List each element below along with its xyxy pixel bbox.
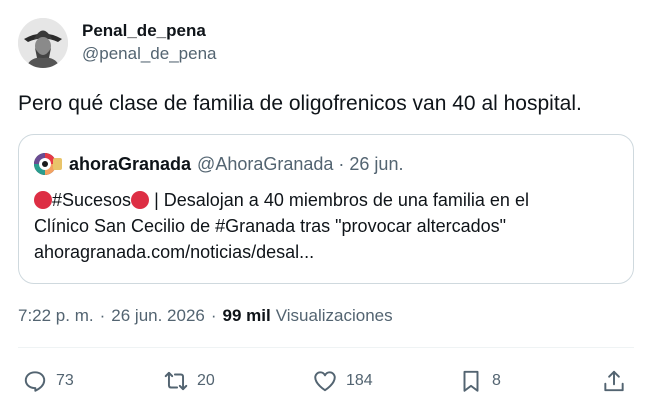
author-handle[interactable]: @penal_de_pena	[82, 42, 217, 66]
meta-separator: ·	[210, 306, 217, 325]
red-circle-icon	[34, 191, 52, 209]
quote-text: #Sucesos | Desalojan a 40 miembros de un…	[34, 187, 529, 265]
divider	[18, 347, 634, 348]
tweet-time[interactable]: 7:22 p. m.	[18, 306, 94, 326]
quote-line-2: Clínico San Cecilio de #Granada tras "pr…	[34, 216, 507, 236]
tweet-metadata: 7:22 p. m. · 26 jun. 2026 · 99 mil Visua…	[18, 306, 393, 326]
views-label[interactable]: Visualizaciones	[276, 306, 393, 326]
bookmark-count: 8	[492, 372, 501, 389]
author-display-name[interactable]: Penal_de_pena	[82, 20, 217, 42]
reply-icon	[24, 371, 46, 392]
reply-count: 73	[56, 372, 74, 389]
quote-separator: ·	[338, 153, 345, 174]
quoted-tweet[interactable]: ahoraGranada @AhoraGranada · 26 jun. #Su…	[18, 134, 634, 284]
tweet-date[interactable]: 26 jun. 2026	[111, 306, 205, 326]
like-button[interactable]: 184	[312, 368, 373, 394]
retweet-icon	[164, 371, 188, 391]
retweet-button[interactable]: 20	[163, 368, 215, 394]
bookmark-icon	[463, 370, 479, 392]
tweet-text: Pero qué clase de familia de oligofrenic…	[18, 92, 582, 115]
quote-line-1: | Desalojan a 40 miembros de una familia…	[154, 190, 529, 210]
like-icon	[314, 371, 336, 392]
meta-separator: ·	[99, 306, 106, 325]
quote-handle[interactable]: @AhoraGranada	[197, 154, 333, 175]
bookmark-button[interactable]: 8	[458, 368, 501, 394]
red-circle-icon	[131, 191, 150, 209]
retweet-count: 20	[197, 372, 215, 389]
share-button[interactable]	[601, 368, 627, 394]
views-count[interactable]: 99 mil	[223, 306, 271, 326]
ahoragranada-logo	[34, 153, 62, 175]
reply-button[interactable]: 73	[22, 368, 74, 394]
quote-date[interactable]: 26 jun.	[349, 154, 403, 175]
sucesos-hashtag[interactable]: #Sucesos	[52, 190, 131, 210]
quote-link[interactable]: ahoragranada.com/noticias/desal...	[34, 239, 529, 265]
action-bar: 73 20 184 8	[0, 368, 650, 402]
quote-display-name[interactable]: ahoraGranada	[69, 154, 191, 175]
avatar[interactable]	[18, 18, 68, 68]
share-icon	[604, 370, 624, 392]
tweet-author[interactable]: Penal_de_pena @penal_de_pena	[18, 16, 217, 70]
like-count: 184	[346, 372, 373, 389]
